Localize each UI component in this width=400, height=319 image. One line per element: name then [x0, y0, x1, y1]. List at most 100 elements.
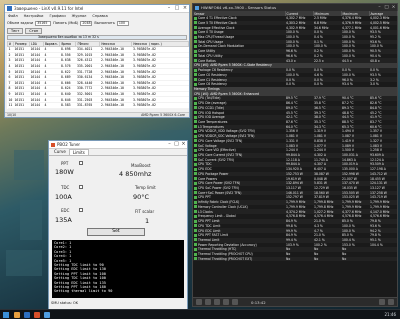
- tdc-value[interactable]: 100A: [55, 193, 72, 201]
- sensor-label: Core 5 T0 Effective Clock: [198, 20, 237, 25]
- sensor-icon: [194, 252, 197, 256]
- table-cell: 331.8765: [75, 102, 100, 109]
- column-header[interactable]: Выравн.: [42, 41, 61, 47]
- sensor-label: Core Temperatures: [198, 119, 228, 124]
- tab-curve[interactable]: Curve: [51, 149, 69, 155]
- sensor-label: L3 Temperatures: [198, 124, 224, 129]
- sensor-label: Core C6 Residency: [198, 82, 228, 87]
- log-icon[interactable]: [223, 299, 229, 305]
- log-console: Core1: 1 Core2: 1 Core3: 1 Core4: 1 Core5: 1…: [52, 240, 184, 298]
- menu-help[interactable]: Справка: [92, 14, 107, 18]
- close-icon[interactable]: ×: [180, 141, 187, 148]
- sensor-label: Core C1 Residency: [198, 77, 228, 82]
- minimize-icon[interactable]: –: [165, 5, 173, 12]
- sensor-icon: [194, 181, 197, 185]
- tab-limits[interactable]: Limits: [68, 149, 89, 155]
- sensor-icon: [194, 238, 197, 242]
- templimit-value[interactable]: 90°C: [133, 193, 149, 201]
- menu-graphs[interactable]: Графики: [49, 14, 65, 18]
- linx-taskbar-icon[interactable]: [24, 312, 30, 318]
- sensor-icon: [194, 148, 197, 152]
- sensor-icon: [194, 247, 197, 251]
- sensor-row[interactable]: Thermal Throttling (PROCHOT EXT) No No No: [193, 256, 397, 262]
- sensor-body: Core 4 T1 Effective Clock 4,302.7 MHz 2.5 …: [193, 16, 397, 262]
- start-button[interactable]: [3, 312, 9, 318]
- maxboost-value[interactable]: 4 850mhz: [119, 170, 151, 178]
- reset-clock-icon[interactable]: [232, 299, 238, 305]
- sensor-label: CPU EDC Limit: [198, 228, 221, 233]
- menu-log[interactable]: Журнал: [72, 14, 87, 18]
- sensor-icon: [194, 205, 197, 209]
- sensor-label: Average Effective Clock: [198, 25, 235, 30]
- test-button[interactable]: Тест: [7, 28, 24, 34]
- taskbar: 21:46: [0, 309, 400, 319]
- linx-titlebar[interactable]: Завершено - LinX v0.9.11 for Intel – □ ×: [5, 5, 189, 13]
- sensor-icon: [194, 111, 197, 115]
- sensor-label: CPU Core Current (SVI2 TFN): [198, 153, 243, 157]
- smu-status: SMU status: OK: [51, 301, 79, 305]
- cpu-name: AMD Ryzen 5 3600X 6-Core: [141, 113, 185, 117]
- maximize-icon[interactable]: □: [173, 141, 180, 148]
- sensor-icon: [194, 68, 197, 72]
- sensor-label: Core Utility: [198, 49, 216, 54]
- sensor-label: SoC Current (SVI2 TFN): [198, 157, 234, 162]
- fitscalar-value[interactable]: 1: [145, 217, 149, 225]
- maximize-icon[interactable]: □: [173, 5, 181, 12]
- set-button[interactable]: Set: [87, 228, 145, 236]
- sensor-icon: [194, 129, 197, 133]
- sensor-icon: [194, 44, 197, 48]
- sensor-label: Memory Controller Clock (UCLK): [198, 204, 248, 209]
- sensor-label: CPU PPT Limit: [198, 219, 220, 224]
- stop-button[interactable]: Стоп: [25, 28, 43, 34]
- sensor-icon: [194, 21, 197, 25]
- hwinfo-taskbar-icon[interactable]: [44, 312, 50, 318]
- forward-icon[interactable]: [205, 299, 211, 305]
- sensor-icon: [194, 59, 197, 63]
- minimize-icon[interactable]: –: [376, 5, 383, 11]
- sensor-icon: [194, 73, 197, 77]
- menu-settings[interactable]: Настройки: [24, 14, 44, 18]
- back-icon[interactable]: [196, 299, 202, 305]
- sensor-icon: [194, 35, 197, 39]
- sensor-label: CPU IOD Hotspot: [198, 110, 225, 115]
- maximize-icon[interactable]: □: [383, 5, 390, 11]
- edc-value[interactable]: 135A: [55, 216, 72, 224]
- tuner-taskbar-icon[interactable]: [34, 312, 40, 318]
- menu-file[interactable]: Файл: [8, 14, 18, 18]
- settings-icon[interactable]: [379, 299, 385, 305]
- close-icon[interactable]: ×: [181, 5, 189, 12]
- network-icon[interactable]: [214, 299, 220, 305]
- sensor-icon: [194, 219, 197, 223]
- sensor-icon: [194, 243, 197, 247]
- edc-checkbox[interactable]: [79, 208, 83, 212]
- sensor-value: No: [341, 256, 369, 262]
- sensor-label: CPU VDDCR_VDD Voltage (SVI2 TFN): [198, 129, 255, 134]
- sensor-label: CPU TDC Limit: [198, 223, 221, 228]
- tuner-titlebar[interactable]: PBO2 Tuner – □ ×: [49, 141, 187, 149]
- sensor-icon: [194, 82, 197, 86]
- edc-label: EDC: [61, 208, 70, 213]
- sensor-label: CPU EDC: [198, 167, 212, 172]
- close-icon[interactable]: ×: [390, 5, 397, 11]
- sensor-icon: [194, 153, 197, 157]
- sensor-icon: [194, 54, 197, 58]
- close-sensors-icon[interactable]: [388, 299, 394, 305]
- memory-field[interactable]: 2048: [80, 20, 93, 26]
- tdc-checkbox[interactable]: [79, 185, 83, 189]
- sensor-table: Sensor Current Minimum Maximum Average C…: [193, 11, 398, 262]
- minimize-icon[interactable]: –: [166, 141, 173, 148]
- sensor-icon: [194, 26, 197, 30]
- sensor-icon: [194, 106, 197, 110]
- sensor-icon: [194, 40, 197, 44]
- explorer-icon[interactable]: [14, 312, 20, 318]
- hwinfo-titlebar[interactable]: HWiNFO64 v6.xx-3900 - Sensors Status – □…: [193, 4, 397, 11]
- size-field[interactable]: 35165: [35, 20, 52, 26]
- runs-field[interactable]: 100: [116, 20, 129, 26]
- ppt-value[interactable]: 180W: [55, 168, 74, 176]
- sensor-label: Core+SoC Power (SVI2 TFN): [198, 190, 242, 195]
- sensor-label: SoC Voltage: [198, 143, 217, 148]
- ppt-checkbox[interactable]: [79, 161, 83, 165]
- sensor-label: CPU Die (average): [198, 101, 227, 106]
- table-cell: 3.903807e-02: [131, 102, 189, 109]
- table-row[interactable]: 11 16151 16144 4 8.583 331.8765 2.964346e-10 3.…: [7, 102, 189, 109]
